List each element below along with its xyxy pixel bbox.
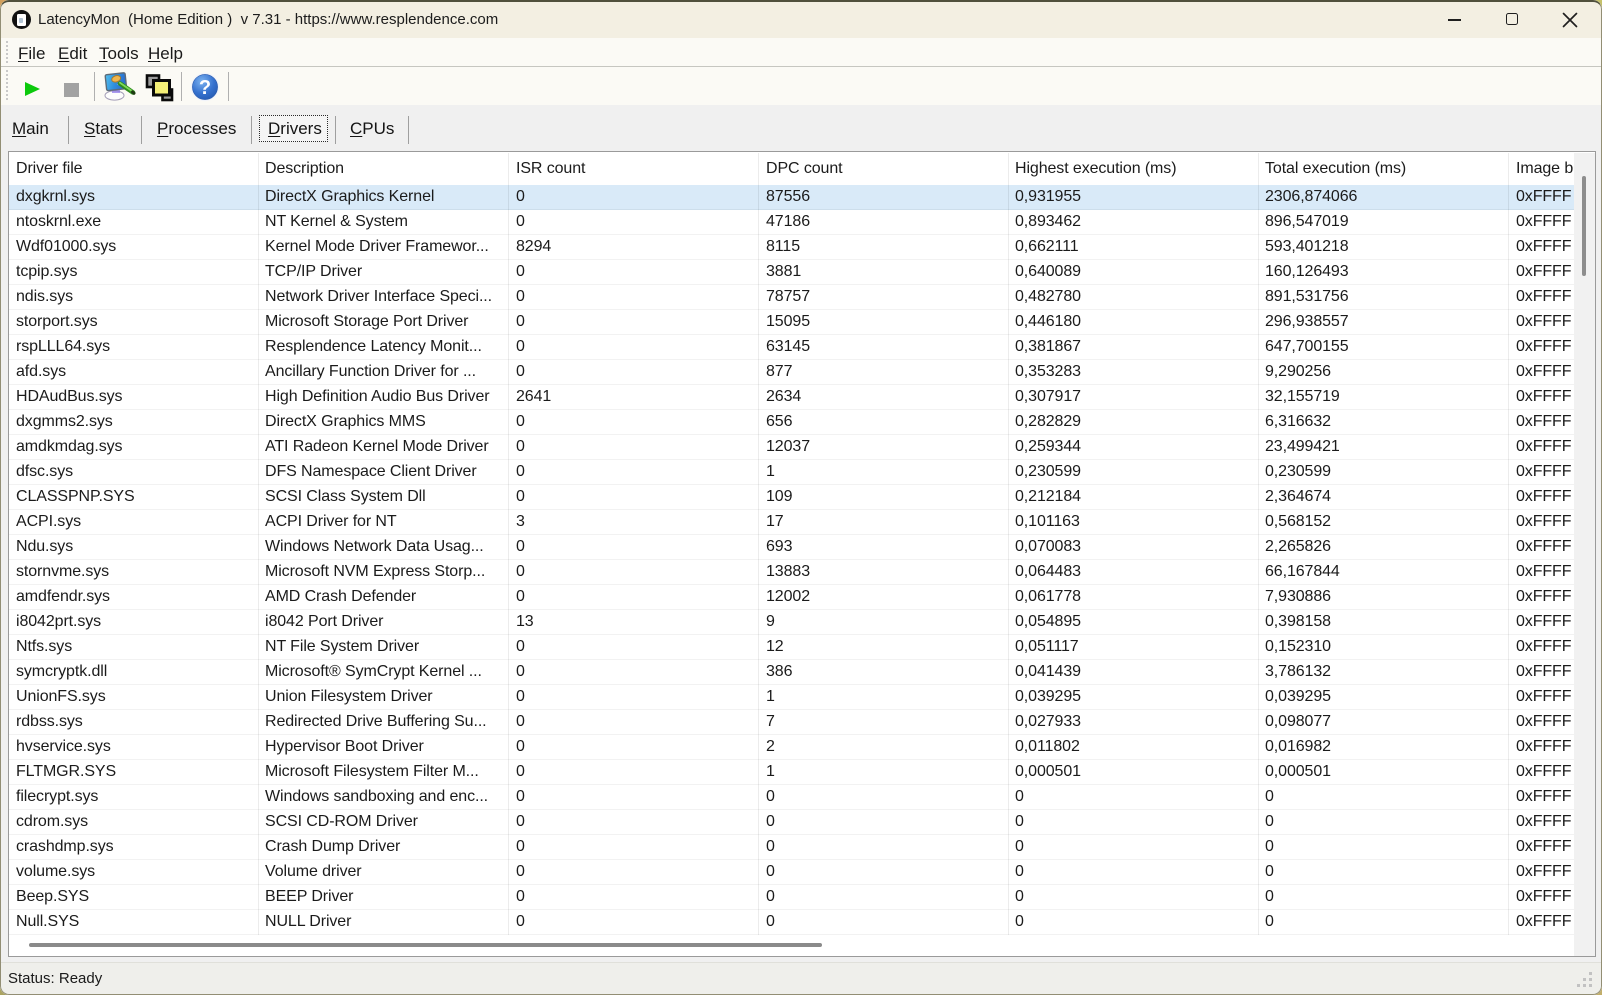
svg-text:?: ? [199,77,211,99]
